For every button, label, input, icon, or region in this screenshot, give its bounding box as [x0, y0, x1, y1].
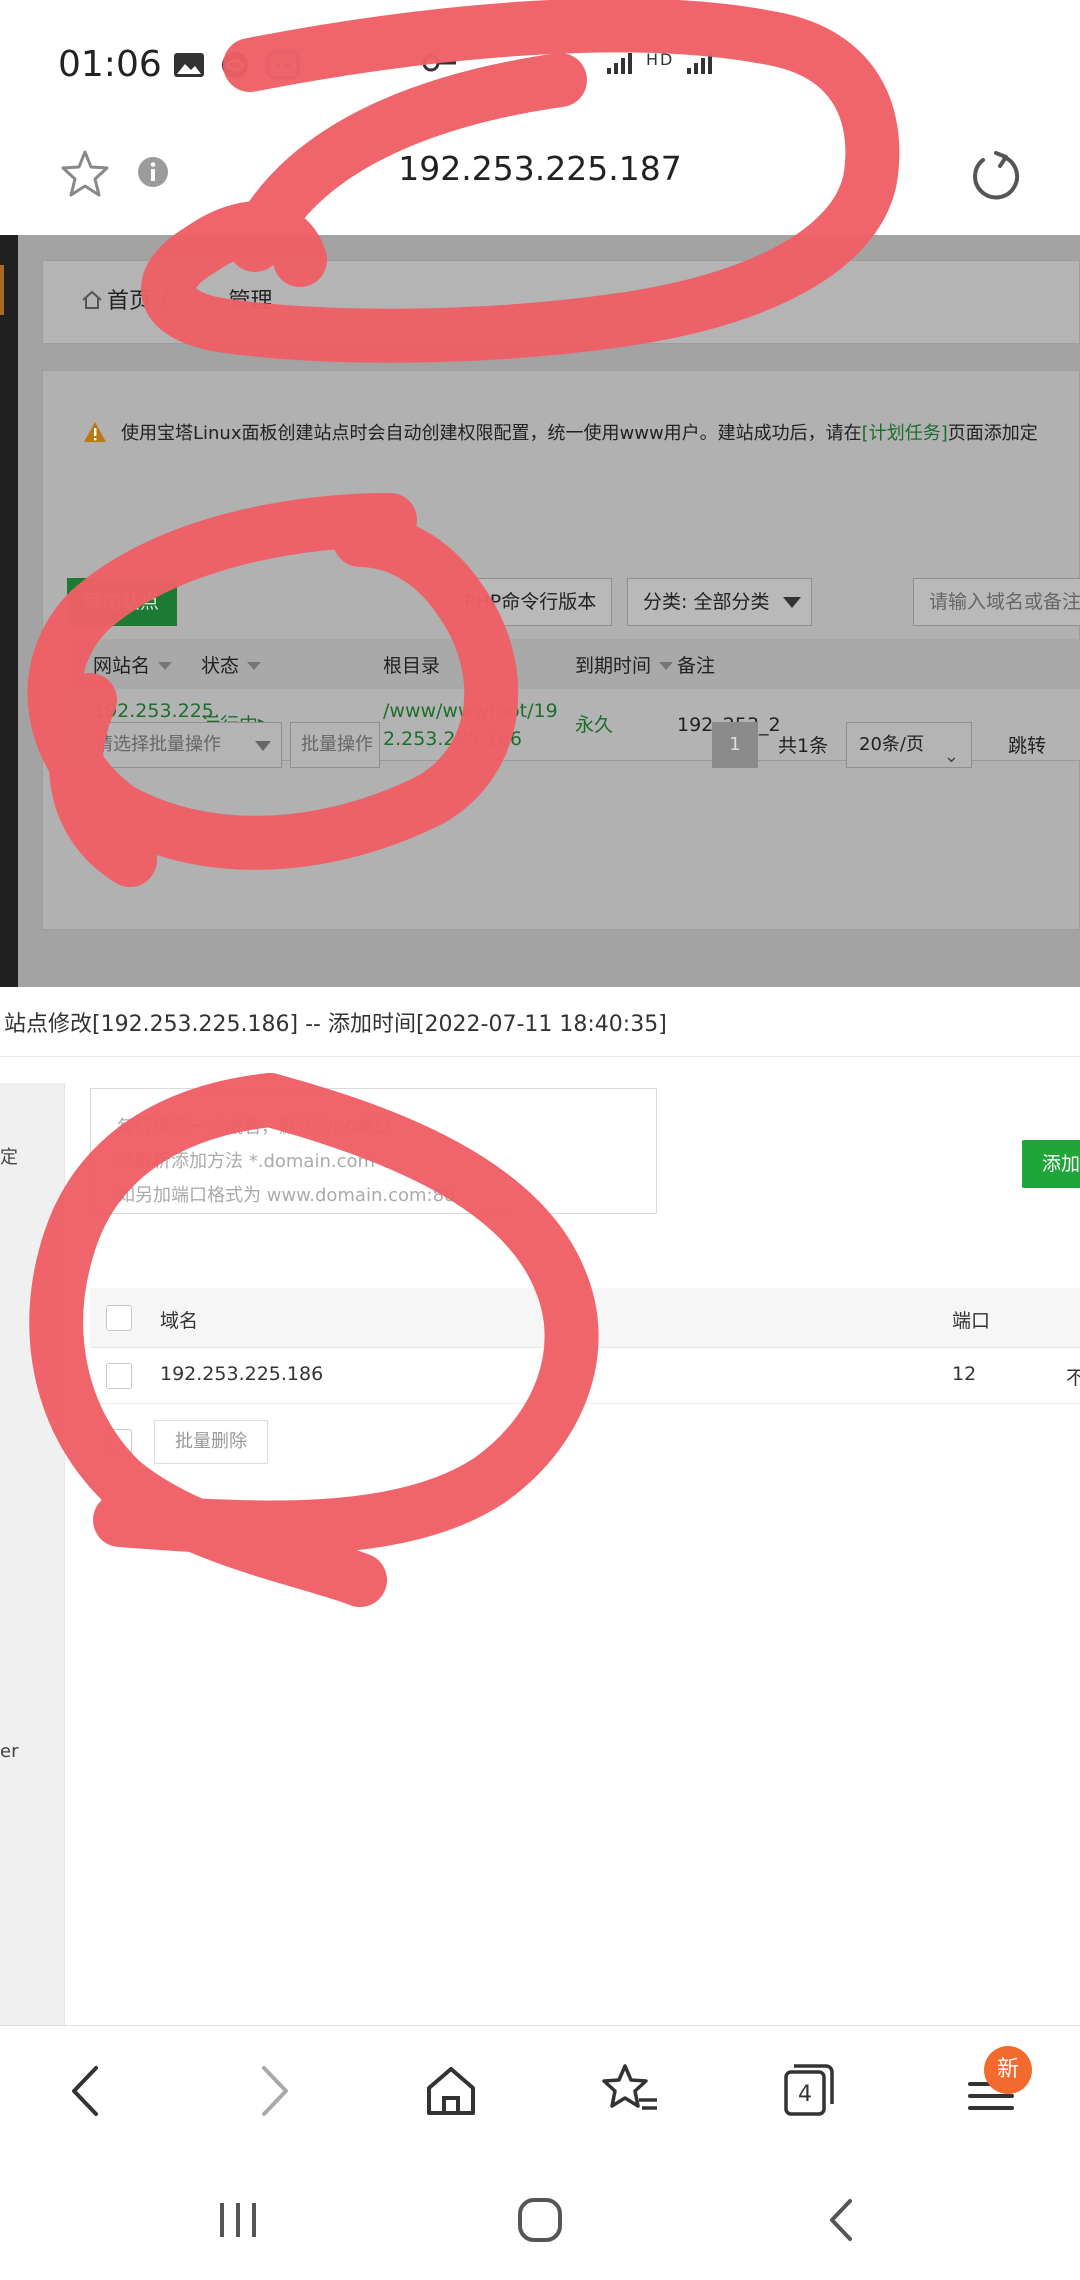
tabs-button[interactable]: 4 [774, 2056, 844, 2126]
url-text[interactable]: 192.253.225.187 [0, 149, 1080, 188]
col-root: 根目录 [383, 655, 441, 677]
breadcrumb-home[interactable]: 首页 [107, 289, 151, 314]
sort-icon [247, 662, 262, 670]
notice-text-after: 页面添加定 [947, 423, 1038, 444]
batch-checkbox[interactable] [106, 1429, 132, 1455]
breadcrumb-separator: / [161, 289, 169, 314]
col-remark: 备注 [677, 655, 716, 677]
domain-table-header: 域名 端口 [90, 1288, 1080, 1348]
status-time: 01:06 [58, 44, 162, 85]
signal-icon-2 [687, 53, 712, 74]
home-button-icon[interactable] [508, 2191, 572, 2249]
bookmarks-icon[interactable] [595, 2056, 665, 2126]
dialog-left-menu: 定 er [0, 1083, 65, 2025]
sort-icon [659, 662, 674, 670]
textarea-placeholder-line-3: 如另加端口格式为 www.domain.com:88 [117, 1185, 456, 1206]
chat-app-icon [266, 50, 300, 80]
dropdown-caret-icon [255, 741, 271, 751]
home-icon [82, 290, 102, 309]
jump-label[interactable]: 跳转 [1008, 731, 1046, 758]
left-menu-label-1[interactable]: 定 [0, 1143, 18, 1169]
key-icon [422, 54, 456, 72]
gallery-icon [174, 53, 204, 77]
hd-label: HD [646, 50, 675, 69]
breadcrumb: 首页 / 管理 [81, 283, 272, 315]
address-bar[interactable]: 192.253.225.187 [0, 125, 1080, 235]
cron-task-link[interactable]: [计划任务] [862, 423, 948, 444]
add-site-button[interactable]: 添加站点 [67, 578, 177, 626]
notice-text-before: 使用宝塔Linux面板创建站点时会自动创建权限配置，统一使用www用户。建站成功… [121, 423, 862, 444]
breadcrumb-box: 首页 / 管理 [42, 260, 1080, 344]
website-view: 首页 / 管理 使用宝塔Linux面板创建站点时会自动创建权限配置，统一使用www用… [0, 235, 1080, 987]
per-page-label: 20条/页 [859, 734, 924, 755]
col-status[interactable]: 状态 [201, 651, 262, 678]
page-number[interactable]: 1 [712, 722, 758, 768]
signal-icon-1 [607, 53, 632, 74]
forward-icon[interactable] [238, 2056, 308, 2126]
col-port: 端口 [952, 1310, 991, 1332]
batch-operation-button[interactable]: 批量操作 [290, 722, 380, 768]
new-badge: 新 [984, 2046, 1032, 2094]
batch-select-label: 请选择批量操作 [95, 734, 221, 755]
col-domain: 域名 [160, 1310, 199, 1332]
total-count: 共1条 [778, 735, 829, 757]
port-value: 12 [952, 1363, 977, 1385]
site-list-panel: 使用宝塔Linux面板创建站点时会自动创建权限配置，统一使用www用户。建站成功… [42, 370, 1080, 930]
browser-toolbar: 4 新 [0, 2025, 1080, 2155]
domain-value: 192.253.225.186 [160, 1363, 324, 1385]
select-all-checkbox[interactable] [106, 1305, 132, 1331]
site-search-input[interactable]: 请输入域名或备注 [913, 578, 1080, 626]
dropdown-caret-icon [783, 597, 802, 608]
batch-delete-button[interactable]: 批量删除 [154, 1420, 268, 1464]
category-select-label: 分类: 全部分类 [643, 591, 770, 613]
add-domain-button[interactable]: 添加 [1022, 1140, 1080, 1188]
php-cli-version-button[interactable]: PHP命令行版本 [448, 578, 613, 626]
system-navigation-bar [0, 2155, 1080, 2280]
site-expire[interactable]: 永久 [575, 711, 613, 739]
app-icon [222, 52, 248, 78]
col-expire[interactable]: 到期时间 [575, 651, 674, 678]
textarea-placeholder-line-1: 每行填写一个域名，默认为80端口 [117, 1117, 392, 1138]
reload-icon[interactable] [966, 147, 1022, 203]
status-bar: 01:06 HD [0, 0, 1080, 125]
sort-icon [158, 662, 173, 670]
system-back-icon[interactable] [810, 2191, 874, 2249]
tab-count: 4 [798, 2082, 812, 2107]
left-menu-label-2[interactable]: er [0, 1741, 18, 1762]
panel-sidebar [0, 235, 18, 987]
per-page-select[interactable]: 20条/页 ⌄ [846, 722, 972, 768]
notice-text: 使用宝塔Linux面板创建站点时会自动创建权限配置，统一使用www用户。建站成功… [83, 419, 1038, 445]
textarea-placeholder-line-2: 泛解析添加方法 *.domain.com [117, 1151, 376, 1172]
recent-apps-icon[interactable] [206, 2195, 270, 2245]
home-icon[interactable] [416, 2056, 486, 2126]
table-row: 192.253.225.186 12 不 [90, 1348, 1080, 1404]
chevron-down-icon: ⌄ [943, 746, 959, 767]
dialog-title: 站点修改[192.253.225.186] -- 添加时间[2022-07-11… [4, 1012, 667, 1037]
col-name[interactable]: 网站名 [93, 651, 173, 678]
row-checkbox[interactable] [106, 1363, 132, 1389]
domain-textarea[interactable]: 每行填写一个域名，默认为80端口 泛解析添加方法 *.domain.com 如另… [90, 1088, 657, 1214]
warning-icon [84, 422, 106, 442]
site-root-link[interactable]: /www/wwwroot/192.253.225.186 [383, 697, 563, 753]
category-select[interactable]: 分类: 全部分类 [627, 578, 813, 626]
dialog-title-bar: 站点修改[192.253.225.186] -- 添加时间[2022-07-11… [0, 987, 1080, 1057]
batch-operation-select[interactable]: 请选择批量操作 [82, 722, 282, 768]
back-icon[interactable] [52, 2056, 122, 2126]
row-action[interactable]: 不 [1066, 1363, 1080, 1390]
breadcrumb-current: 管理 [228, 289, 273, 314]
site-table-header: 网站名 状态 根目录 到期时间 备注 [67, 639, 1080, 689]
